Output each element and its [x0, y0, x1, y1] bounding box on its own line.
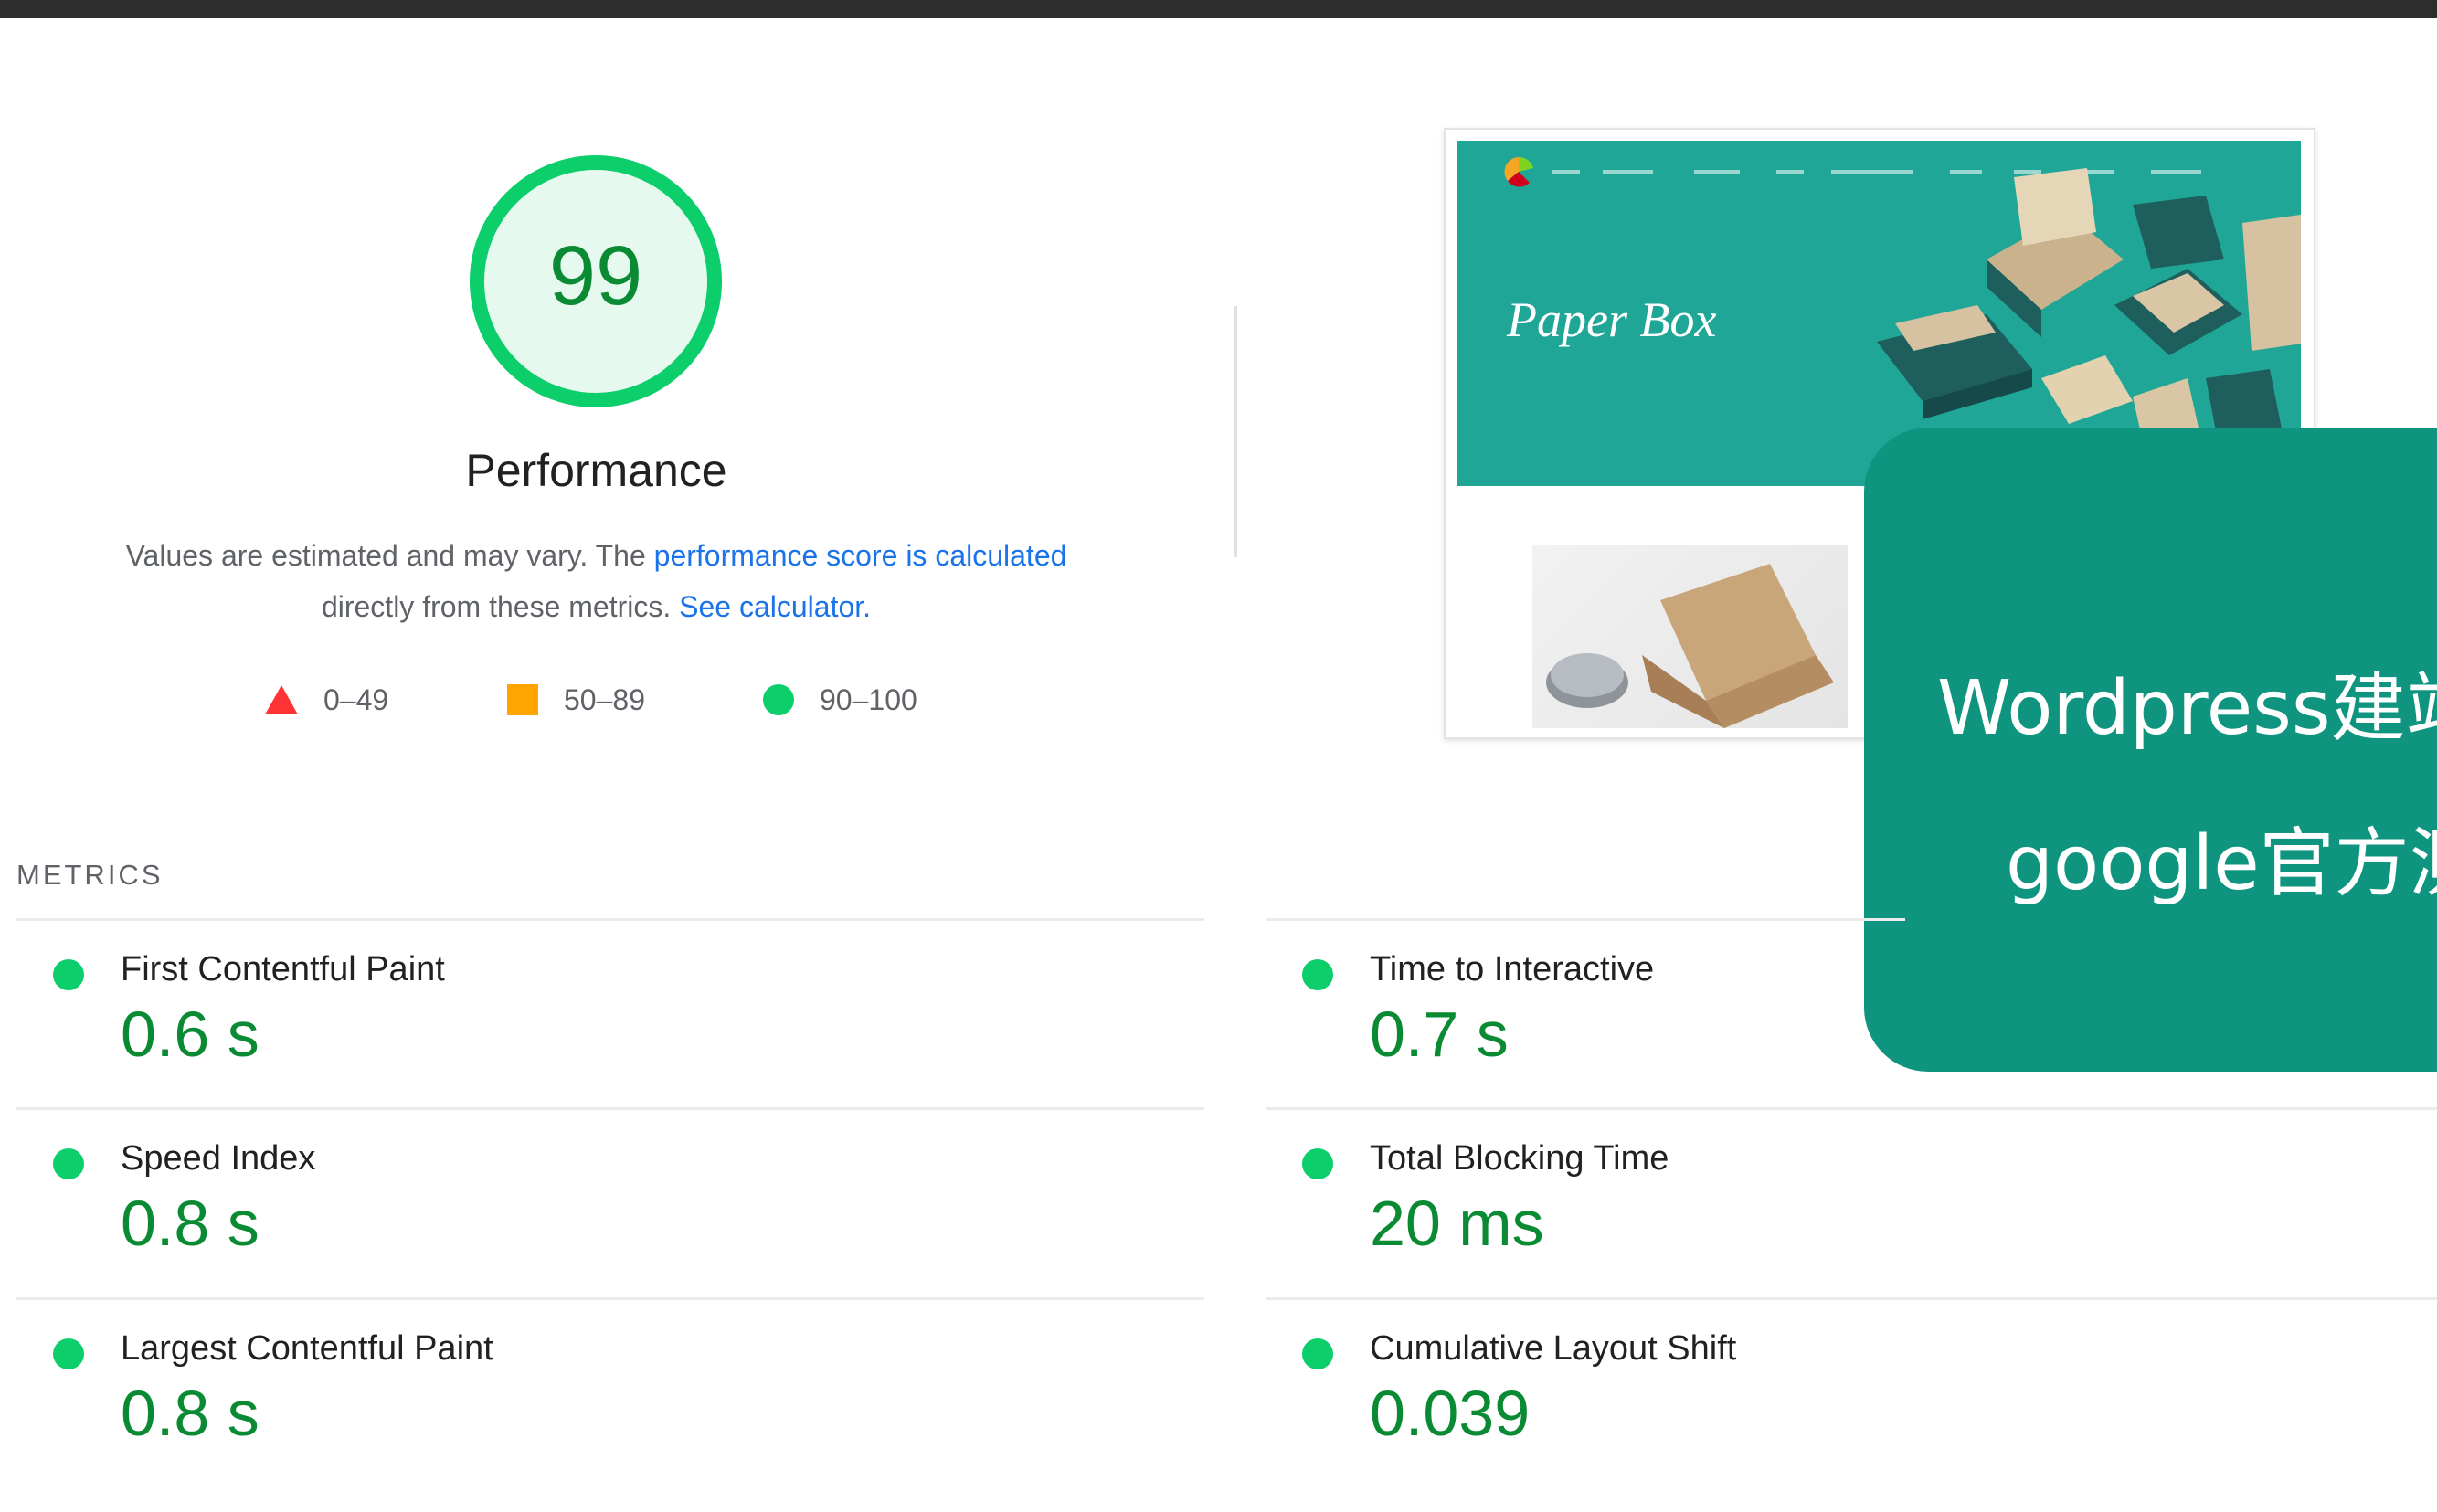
metric-name: Total Blocking Time	[1370, 1139, 1669, 1178]
thumbnail-hero-title: Paper Box	[1507, 292, 1717, 347]
nav-link	[1776, 170, 1804, 174]
metric-value: 0.7 s	[1370, 999, 1509, 1070]
legend-fail-label: 0–49	[323, 682, 389, 716]
pass-circle-icon	[53, 1338, 84, 1369]
metric-speed-index: Speed Index 0.8 s	[53, 1139, 1241, 1322]
performance-title: Performance	[465, 445, 727, 496]
window-top-bar	[0, 0, 2437, 18]
metric-largest-contentful-paint: Largest Contentful Paint 0.8 s	[53, 1329, 1241, 1512]
performance-score-link[interactable]: performance score is calculated	[654, 539, 1067, 572]
metrics-divider	[1266, 1107, 2437, 1110]
metric-value: 0.6 s	[121, 999, 260, 1070]
pass-circle-icon	[53, 959, 84, 990]
pass-circle-icon	[1302, 1148, 1333, 1179]
legend-average-label: 50–89	[564, 682, 645, 716]
overlay-line-2: google官方测	[2006, 820, 2437, 907]
nav-link	[1694, 170, 1740, 174]
metric-total-blocking-time: Total Blocking Time 20 ms	[1302, 1139, 2437, 1322]
metrics-divider	[16, 918, 1204, 921]
metrics-divider	[16, 1297, 1204, 1300]
legend-average: 50–89	[507, 680, 645, 720]
metric-first-contentful-paint: First Contentful Paint 0.6 s	[53, 950, 1241, 1133]
triangle-icon	[265, 685, 298, 714]
metrics-section-label: METRICS	[16, 859, 164, 891]
nav-link	[1552, 170, 1580, 174]
legend-pass-label: 90–100	[820, 682, 917, 716]
metric-name: Speed Index	[121, 1139, 316, 1178]
description-text-2: directly from these metrics.	[321, 590, 680, 623]
metrics-divider	[1266, 1297, 2437, 1300]
square-icon	[507, 684, 538, 715]
nav-link	[1603, 170, 1653, 174]
metric-value: 20 ms	[1370, 1188, 1544, 1259]
circle-icon	[763, 684, 794, 715]
metric-value: 0.039	[1370, 1378, 1531, 1449]
metric-name: Largest Contentful Paint	[121, 1329, 493, 1368]
legend-fail: 0–49	[265, 680, 388, 720]
metric-value: 0.8 s	[121, 1378, 260, 1449]
metrics-divider	[1266, 918, 1905, 921]
metric-name: Time to Interactive	[1370, 950, 1655, 989]
metric-time-to-interactive: Time to Interactive 0.7 s	[1302, 950, 2437, 1133]
legend-pass: 90–100	[763, 680, 917, 720]
pass-circle-icon	[1302, 959, 1333, 990]
description-text: Values are estimated and may vary. The	[125, 539, 654, 572]
site-logo-icon	[1504, 156, 1533, 187]
vertical-divider	[1234, 306, 1237, 557]
score-legend: 0–49 50–89 90–100	[265, 680, 978, 720]
overlay-line-1: Wordpress建站	[1937, 665, 2437, 752]
see-calculator-link[interactable]: See calculator.	[679, 590, 871, 623]
metric-name: First Contentful Paint	[121, 950, 445, 989]
pass-circle-icon	[53, 1148, 84, 1179]
metric-name: Cumulative Layout Shift	[1370, 1329, 1737, 1368]
performance-score-value: 99	[548, 229, 643, 322]
thumbnail-product-photo	[1532, 545, 1848, 728]
metric-cumulative-layout-shift: Cumulative Layout Shift 0.039	[1302, 1329, 2437, 1512]
performance-description: Values are estimated and may vary. The p…	[73, 530, 1119, 632]
metric-value: 0.8 s	[121, 1188, 260, 1259]
pass-circle-icon	[1302, 1338, 1333, 1369]
metrics-divider	[16, 1107, 1204, 1110]
